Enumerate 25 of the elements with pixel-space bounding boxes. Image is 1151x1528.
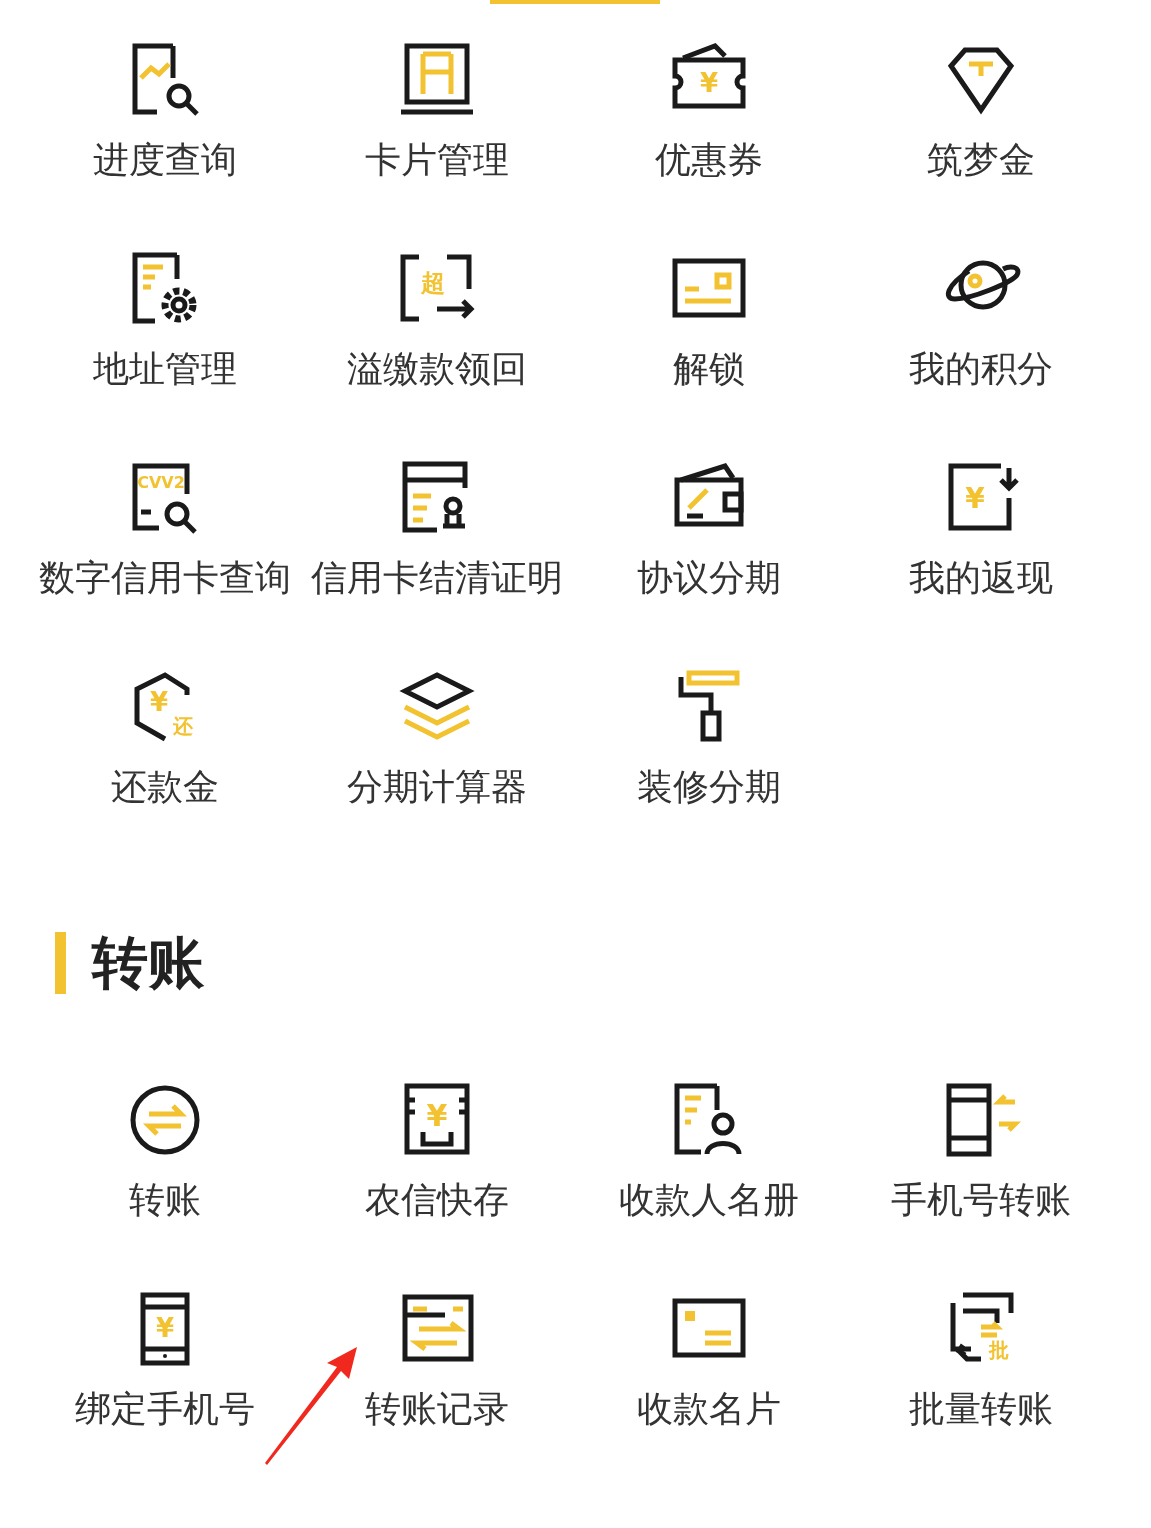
menu-label[interactable]: 数字信用卡查询 bbox=[39, 556, 291, 600]
menu-label[interactable]: 进度查询 bbox=[93, 138, 237, 182]
menu-label[interactable]: 转账记录 bbox=[365, 1387, 509, 1431]
section-marker bbox=[55, 932, 66, 994]
menu-label[interactable]: 手机号转账 bbox=[891, 1178, 1071, 1222]
menu-label[interactable]: 优惠券 bbox=[655, 138, 763, 182]
menu-label[interactable]: 收款名片 bbox=[637, 1387, 781, 1431]
menu-label[interactable]: 农信快存 bbox=[365, 1178, 509, 1222]
menu-label[interactable]: 收款人名册 bbox=[619, 1178, 799, 1222]
section-title: 转账 bbox=[92, 932, 204, 994]
menu-label[interactable]: 协议分期 bbox=[637, 556, 781, 600]
menu-label[interactable]: 溢缴款领回 bbox=[347, 347, 527, 391]
menu-label[interactable]: 分期计算器 bbox=[347, 765, 527, 809]
menu-label[interactable]: 转账 bbox=[129, 1178, 201, 1222]
menu-label[interactable]: 我的返现 bbox=[909, 556, 1053, 600]
menu-label[interactable]: 地址管理 bbox=[93, 347, 237, 391]
menu-label[interactable]: 装修分期 bbox=[637, 765, 781, 809]
menu-label[interactable]: 我的积分 bbox=[909, 347, 1053, 391]
menu-label[interactable]: 解锁 bbox=[673, 347, 745, 391]
menu-label[interactable]: 筑梦金 bbox=[927, 138, 1035, 182]
menu-label[interactable]: 批量转账 bbox=[909, 1387, 1053, 1431]
menu-label[interactable]: 绑定手机号 bbox=[75, 1387, 255, 1431]
menu-label[interactable]: 还款金 bbox=[111, 765, 219, 809]
menu-label[interactable]: 卡片管理 bbox=[365, 138, 509, 182]
menu-label[interactable]: 信用卡结清证明 bbox=[311, 556, 563, 600]
